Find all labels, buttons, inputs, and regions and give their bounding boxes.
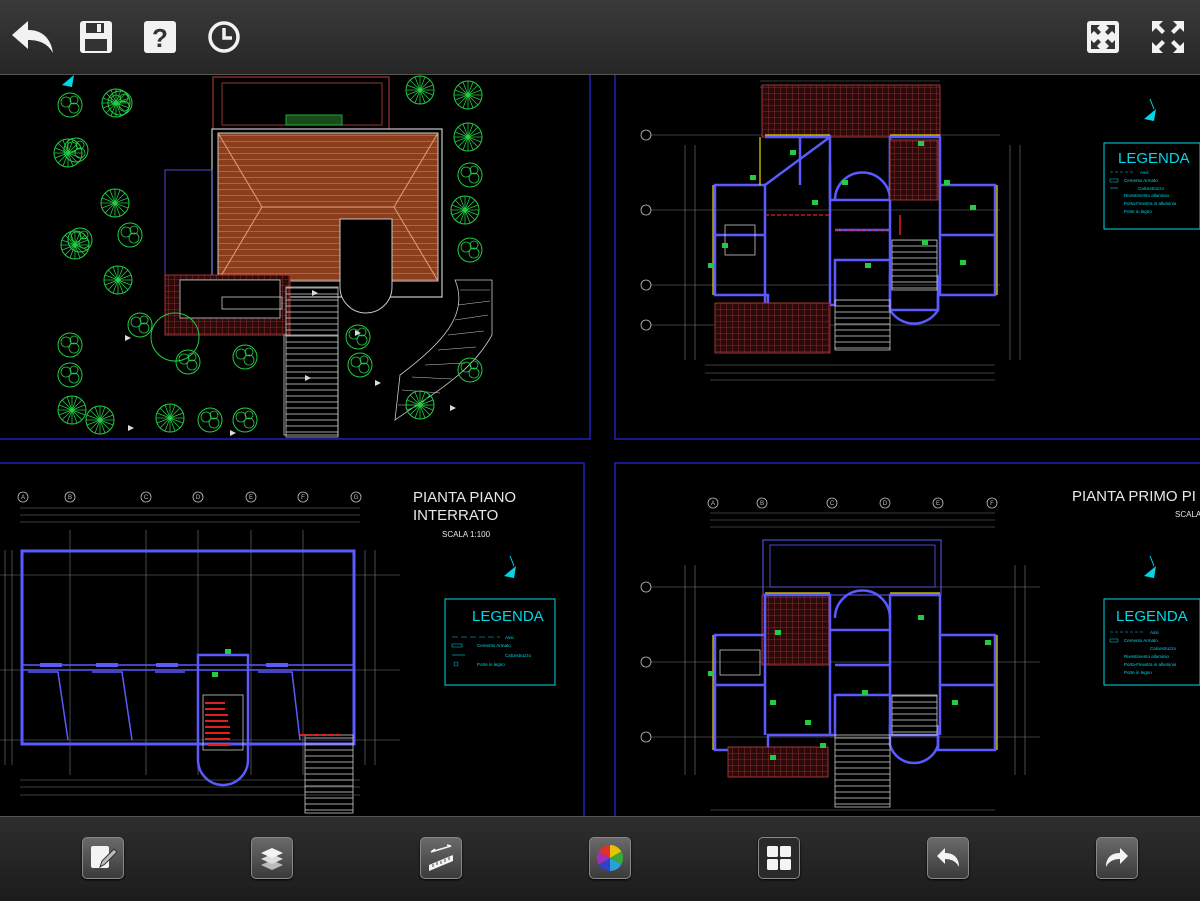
svg-text:B: B xyxy=(68,495,72,501)
svg-text:Calcestruzzo: Calcestruzzo xyxy=(1138,186,1165,191)
svg-text:E: E xyxy=(249,495,253,501)
layout-tiles-icon[interactable] xyxy=(758,837,802,881)
bottom-toolbar xyxy=(0,816,1200,901)
sheet-scale: SCALA 1:100 xyxy=(442,530,491,539)
cad-drawing: LEGENDA Assi Cemento Armato Calcestruzzo… xyxy=(0,75,1200,816)
svg-text:Calcestruzzo: Calcestruzzo xyxy=(1150,646,1177,651)
svg-text:D: D xyxy=(196,495,201,501)
measure-ruler-icon[interactable] xyxy=(420,837,464,881)
sheet-scale: SCALA xyxy=(1175,510,1200,519)
svg-text:F: F xyxy=(990,501,994,507)
svg-text:B: B xyxy=(760,501,764,507)
clock-icon[interactable] xyxy=(198,11,250,63)
svg-text:Porte in legno: Porte in legno xyxy=(1124,209,1152,214)
svg-text:Rivestimento alluminio: Rivestimento alluminio xyxy=(1124,654,1170,659)
sheet-title-line1: PIANTA PRIMO PI xyxy=(1072,488,1196,505)
svg-text:F: F xyxy=(301,495,305,501)
svg-text:Porta-Finestra in alluminio: Porta-Finestra in alluminio xyxy=(1124,662,1177,667)
svg-text:Calcestruzzo: Calcestruzzo xyxy=(505,653,532,658)
layers-icon[interactable] xyxy=(251,837,295,881)
svg-text:Porte in legno: Porte in legno xyxy=(1124,670,1152,675)
legend-title: LEGENDA xyxy=(472,608,544,625)
redo-icon[interactable] xyxy=(1096,837,1140,881)
svg-text:A: A xyxy=(21,495,25,501)
svg-text:Porta-Finestra in alluminio: Porta-Finestra in alluminio xyxy=(1124,201,1177,206)
legend-top: LEGENDA Assi Cemento Armato Calcestruzzo… xyxy=(1103,142,1200,230)
legend-title: LEGENDA xyxy=(1118,150,1190,167)
sheet-title-line2: INTERRATO xyxy=(413,507,498,524)
svg-text:A: A xyxy=(711,501,715,507)
svg-text:C: C xyxy=(144,495,149,501)
svg-text:D: D xyxy=(883,501,888,507)
svg-text:Cemento Armato: Cemento Armato xyxy=(477,643,511,648)
undo-icon[interactable] xyxy=(927,837,971,881)
legend-basement: LEGENDA Assi Cemento Armato Calcestruzzo… xyxy=(444,598,556,686)
svg-text:E: E xyxy=(936,501,940,507)
basement-plan: A B C D E F G PIANTA PIANO INTERRATO SCA… xyxy=(0,489,556,814)
sheet-title-line1: PIANTA PIANO xyxy=(413,489,516,506)
svg-text:Porte in legno: Porte in legno xyxy=(477,662,505,667)
legend-first-floor: LEGENDA Assi Cemento Armato Calcestruzzo… xyxy=(1103,598,1200,686)
svg-text:Rivestimento alluminio: Rivestimento alluminio xyxy=(1124,193,1170,198)
svg-text:C: C xyxy=(830,501,835,507)
floppy-disk-icon[interactable] xyxy=(70,11,122,63)
question-mark-icon[interactable]: ? xyxy=(134,11,186,63)
floor-plan-bottom: A B C D E F PIANTA PRIMO PI SCALA LEGEND… xyxy=(640,488,1200,811)
svg-text:Assi: Assi xyxy=(505,635,514,640)
legend-title: LEGENDA xyxy=(1116,608,1188,625)
svg-text:G: G xyxy=(354,495,359,501)
svg-text:Assi: Assi xyxy=(1150,630,1159,635)
cad-drawing-canvas[interactable]: LEGENDA Assi Cemento Armato Calcestruzzo… xyxy=(0,75,1200,816)
zoom-extents-icon[interactable] xyxy=(1077,11,1129,63)
floor-plan-top: LEGENDA Assi Cemento Armato Calcestruzzo… xyxy=(640,80,1200,381)
svg-text:?: ? xyxy=(152,23,168,53)
edit-markup-icon[interactable] xyxy=(82,837,126,881)
site-plan xyxy=(53,75,493,438)
back-arrow-icon[interactable] xyxy=(6,11,58,63)
fullscreen-arrows-icon[interactable] xyxy=(1142,11,1194,63)
svg-text:Cemento Armato: Cemento Armato xyxy=(1124,178,1158,183)
svg-text:Assi: Assi xyxy=(1140,170,1149,175)
svg-text:Cemento Armato: Cemento Armato xyxy=(1124,638,1158,643)
top-toolbar: ? xyxy=(0,0,1200,75)
color-wheel-icon[interactable] xyxy=(589,837,633,881)
